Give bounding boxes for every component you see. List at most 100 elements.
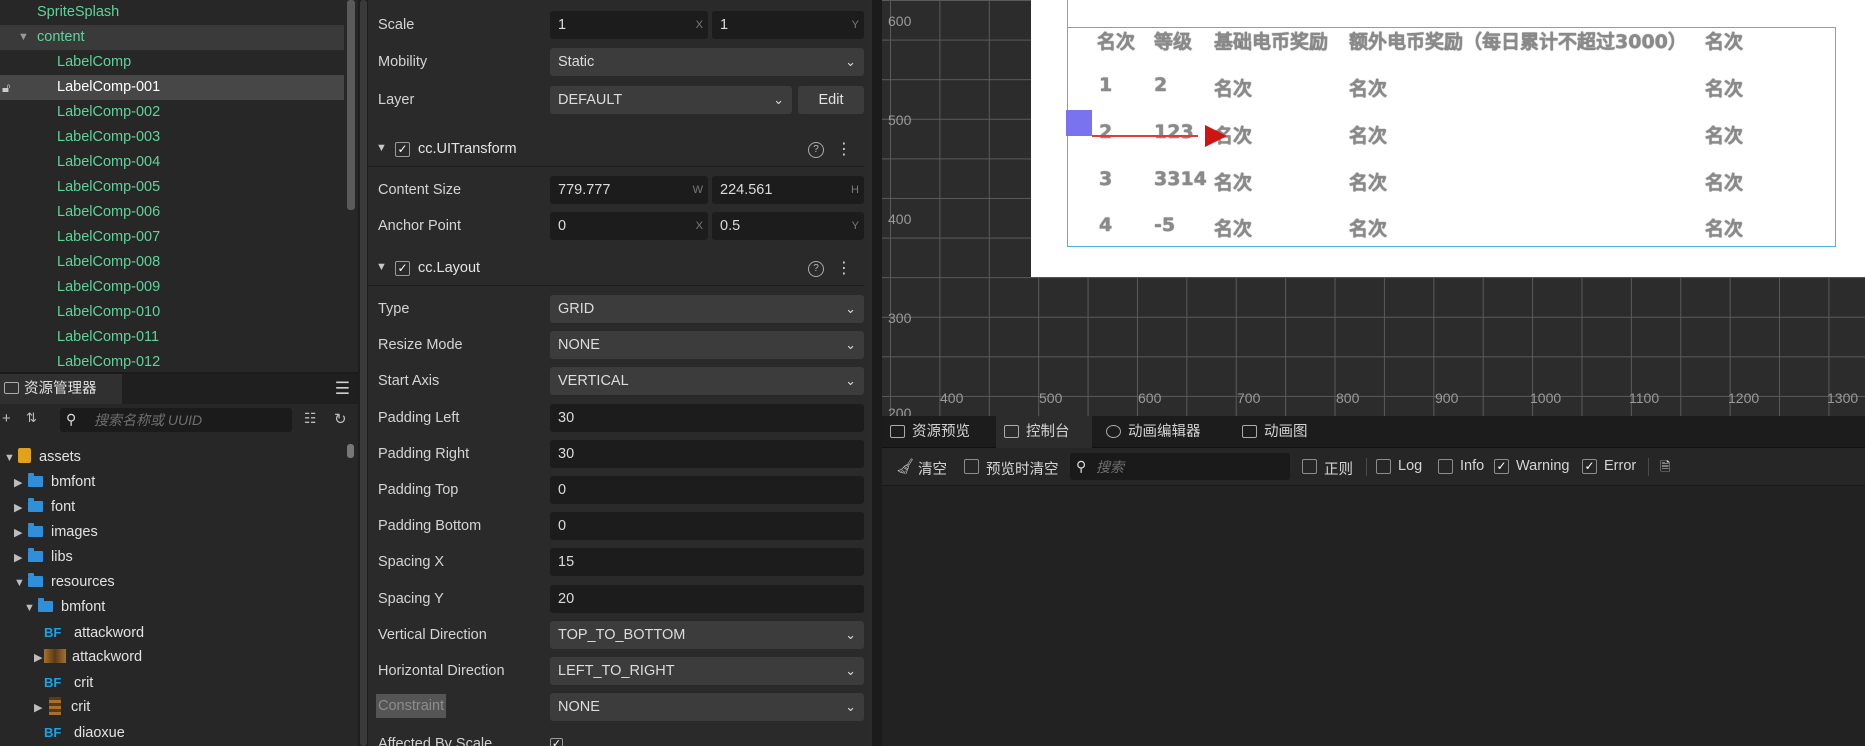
hierarchy-item[interactable]: LabelComp-006 xyxy=(0,200,344,225)
chevron-down-icon[interactable]: ▼ xyxy=(4,446,18,471)
chevron-down-icon[interactable]: ▼ xyxy=(24,596,38,621)
vertical-direction-select[interactable]: TOP_TO_BOTTOM ⌄ xyxy=(550,621,864,649)
asset-item-folder[interactable]: ▶ libs xyxy=(14,545,73,570)
panel-divider[interactable] xyxy=(358,0,368,746)
help-icon[interactable]: ? xyxy=(808,261,824,277)
hierarchy-item[interactable]: LabelComp-002 xyxy=(0,100,344,125)
chevron-right-icon[interactable]: ▶ xyxy=(34,646,44,671)
console-search-input[interactable] xyxy=(1096,457,1282,477)
scale-x-field[interactable]: 1X xyxy=(550,11,708,39)
hierarchy-item[interactable]: LabelComp-009 xyxy=(0,275,344,300)
tab-assets[interactable]: 资源管理器 xyxy=(0,374,122,404)
assets-search-input[interactable] xyxy=(94,410,284,430)
inspector-scrollbar[interactable] xyxy=(360,0,367,746)
panel-divider[interactable] xyxy=(872,0,882,746)
anchor-x-field[interactable]: 0X xyxy=(550,212,708,240)
padding-right-field[interactable]: 30 xyxy=(550,440,864,468)
asset-item-file[interactable]: BF attackword xyxy=(44,620,144,645)
hierarchy-item[interactable]: LabelComp xyxy=(0,50,344,75)
chevron-right-icon[interactable]: ▶ xyxy=(34,696,44,721)
list-view-icon[interactable]: ☷ xyxy=(304,410,317,427)
tab-animation-editor[interactable]: 动画编辑器 xyxy=(1098,416,1228,448)
chevron-right-icon[interactable]: ▶ xyxy=(14,471,28,496)
asset-item-file[interactable]: BF diaoxue xyxy=(44,720,125,745)
constraint-select[interactable]: NONE ⌄ xyxy=(550,693,864,721)
open-log-file-icon[interactable]: 🗎 xyxy=(1660,458,1670,480)
mobility-select[interactable]: Static ⌄ xyxy=(550,48,864,76)
regex-checkbox[interactable] xyxy=(1302,459,1317,474)
log-checkbox[interactable] xyxy=(1376,459,1391,474)
spacing-x-field[interactable]: 15 xyxy=(550,548,864,576)
more-options-icon[interactable]: ⋮ xyxy=(836,258,852,278)
padding-left-field[interactable]: 30 xyxy=(550,404,864,432)
asset-item-folder[interactable]: ▶ bmfont xyxy=(14,470,95,495)
tab-console[interactable]: 控制台 xyxy=(996,416,1092,448)
hierarchy-item[interactable]: LabelComp-010 xyxy=(0,300,344,325)
clear-icon[interactable]: 🧹︎ xyxy=(896,458,914,475)
scale-y-field[interactable]: 1Y xyxy=(712,11,864,39)
tab-animation-graph[interactable]: 动画图 xyxy=(1234,416,1334,448)
hierarchy-item[interactable]: LabelComp-008 xyxy=(0,250,344,275)
horizontal-direction-select[interactable]: LEFT_TO_RIGHT ⌄ xyxy=(550,657,864,685)
padding-top-field[interactable]: 0 xyxy=(550,476,864,504)
clear-button[interactable]: 清空 xyxy=(918,458,947,479)
asset-item-file[interactable]: ▶ attackword xyxy=(34,645,142,670)
asset-item-folder[interactable]: ▼ bmfont xyxy=(24,595,105,620)
spacing-y-field[interactable]: 20 xyxy=(550,585,864,613)
hierarchy-item[interactable]: LabelComp-012 xyxy=(0,350,344,372)
start-axis-select[interactable]: VERTICAL ⌄ xyxy=(550,367,864,395)
search-icon[interactable]: ⚲ xyxy=(1076,458,1086,475)
hierarchy-item[interactable]: LabelComp-003 xyxy=(0,125,344,150)
assets-scrollbar[interactable] xyxy=(347,444,354,458)
unlock-icon[interactable]: 🔓︎ xyxy=(2,75,10,100)
hierarchy-item[interactable]: SpriteSplash xyxy=(0,0,344,25)
layer-edit-button[interactable]: Edit xyxy=(798,86,864,114)
hierarchy-item[interactable]: LabelComp-005 xyxy=(0,175,344,200)
refresh-icon[interactable]: ↻ xyxy=(334,410,347,428)
asset-item-file[interactable]: BF crit xyxy=(44,670,93,695)
anchor-y-field[interactable]: 0.5 Y xyxy=(712,212,864,240)
menu-icon[interactable]: ☰ xyxy=(335,380,350,397)
content-size-w-field[interactable]: 779.777 W xyxy=(550,176,708,204)
sort-icon[interactable]: ⇅ xyxy=(26,410,37,426)
resize-mode-select[interactable]: NONE ⌄ xyxy=(550,331,864,359)
info-checkbox[interactable] xyxy=(1438,459,1453,474)
layout-header[interactable]: ▼ ✓ cc.Layout ? ⋮ xyxy=(368,252,864,286)
hierarchy-item[interactable]: LabelComp-004 xyxy=(0,150,344,175)
error-checkbox[interactable]: ✓ xyxy=(1582,459,1597,474)
more-options-icon[interactable]: ⋮ xyxy=(836,139,852,159)
add-icon[interactable]: + xyxy=(2,410,11,427)
chevron-down-icon[interactable]: ▼ xyxy=(14,571,28,596)
chevron-down-icon[interactable]: ▼ xyxy=(18,25,29,50)
chevron-right-icon[interactable]: ▶ xyxy=(14,521,28,546)
anchor-handle[interactable] xyxy=(1066,110,1092,136)
help-icon[interactable]: ? xyxy=(808,142,824,158)
search-icon[interactable]: ⚲ xyxy=(66,411,76,428)
chevron-right-icon[interactable]: ▶ xyxy=(14,546,28,571)
hierarchy-item-selected[interactable]: 🔓︎ LabelComp-001 xyxy=(0,75,344,100)
uitransform-enabled-checkbox[interactable]: ✓ xyxy=(395,142,410,157)
asset-item-folder[interactable]: ▶ images xyxy=(14,520,98,545)
hierarchy-item[interactable]: LabelComp-011 xyxy=(0,325,344,350)
clear-on-preview-checkbox[interactable] xyxy=(964,459,979,474)
warning-checkbox[interactable]: ✓ xyxy=(1494,459,1509,474)
chevron-down-icon[interactable]: ▼ xyxy=(376,142,387,154)
content-size-h-field[interactable]: 224.561 H xyxy=(712,176,864,204)
asset-item-root[interactable]: ▼ assets xyxy=(4,445,81,470)
x-axis-arrow-handle[interactable] xyxy=(1205,125,1227,147)
hierarchy-item[interactable]: LabelComp-007 xyxy=(0,225,344,250)
asset-item-folder[interactable]: ▶ font xyxy=(14,495,75,520)
layer-select[interactable]: DEFAULT ⌄ xyxy=(550,86,792,114)
chevron-down-icon[interactable]: ▼ xyxy=(376,261,387,273)
scene-view[interactable]: 600 500 400 300 200 400 500 600 700 800 … xyxy=(882,0,1865,416)
hierarchy-item-content[interactable]: ▼ content xyxy=(0,25,344,50)
tab-asset-preview[interactable]: 资源预览 xyxy=(882,416,996,448)
hierarchy-scrollbar[interactable] xyxy=(347,0,355,210)
asset-item-file[interactable]: ▶ crit xyxy=(34,695,90,720)
asset-item-folder[interactable]: ▼ resources xyxy=(14,570,115,595)
uitransform-header[interactable]: ▼ ✓ cc.UITransform ? ⋮ xyxy=(368,133,864,167)
type-select[interactable]: GRID ⌄ xyxy=(550,295,864,323)
chevron-right-icon[interactable]: ▶ xyxy=(14,496,28,521)
affected-by-scale-checkbox[interactable]: ✓ xyxy=(550,738,563,746)
x-axis-gizmo-line[interactable] xyxy=(1092,135,1198,137)
